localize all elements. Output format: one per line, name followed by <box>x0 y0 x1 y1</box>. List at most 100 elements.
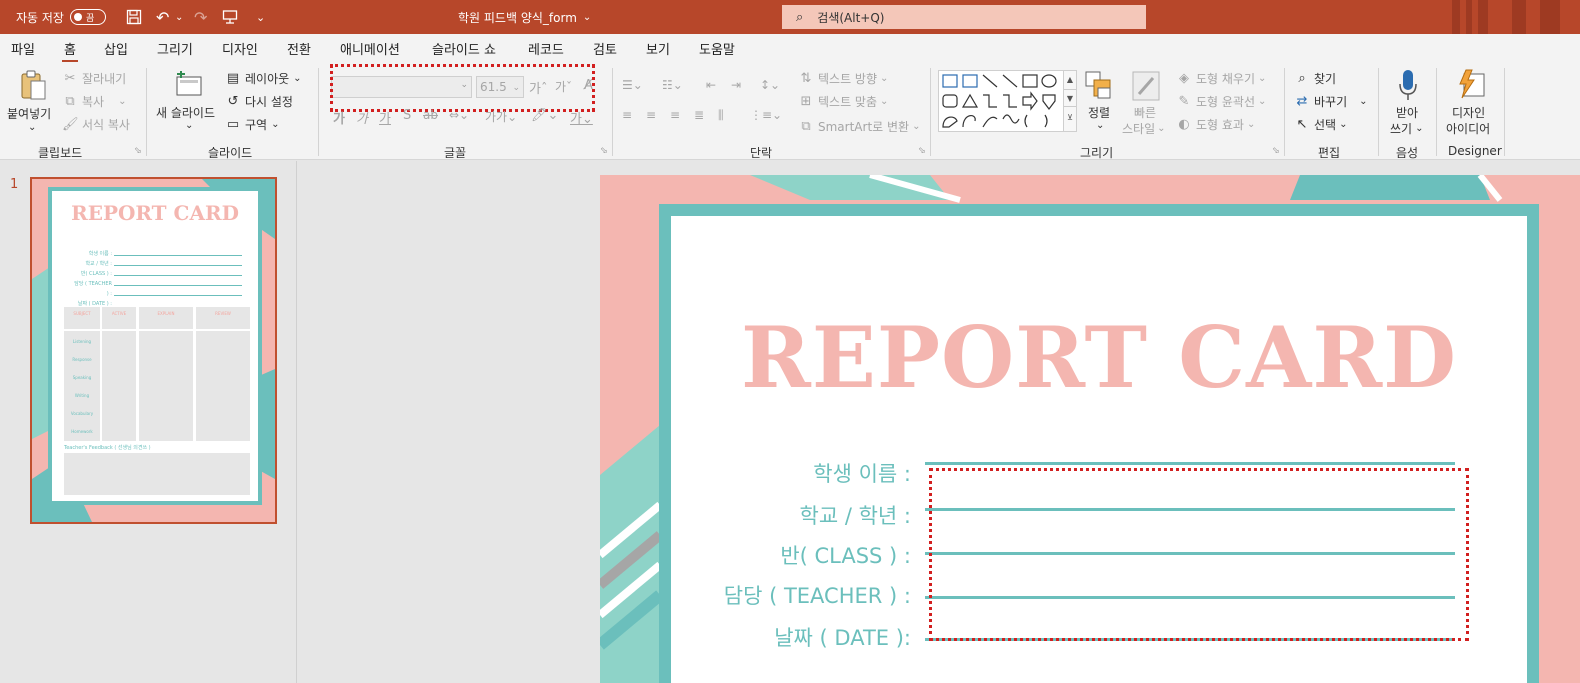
autosave-control[interactable]: 자동 저장 끔 <box>16 0 106 34</box>
shapes-gallery[interactable] <box>938 70 1064 132</box>
layout-button[interactable]: ▤ 레이아웃 ⌄ <box>225 70 302 87</box>
group-divider <box>1284 68 1285 156</box>
line-spacing-icon[interactable]: ↕⌄ <box>760 78 780 92</box>
search-input[interactable]: ⌕ 검색(Alt+Q) <box>782 5 1146 29</box>
quick-styles-label-1: 빠른 <box>1134 106 1157 120</box>
toggle-knob <box>73 13 82 21</box>
shape-fill-button[interactable]: ◈ 도형 채우기 ⌄ <box>1176 70 1266 87</box>
present-icon[interactable] <box>222 0 238 34</box>
paste-dropdown-icon[interactable]: ⌄ <box>28 122 36 133</box>
increase-indent-icon[interactable]: ⇥ <box>731 78 741 92</box>
slide-thumbnail[interactable]: REPORT CARD 학생 이름 : 학교 / 학년 : 반( CLASS )… <box>30 177 277 524</box>
bold-icon[interactable]: 가 <box>333 108 345 127</box>
tab-file[interactable]: 파일 <box>11 39 35 58</box>
font-color-icon[interactable]: 가⌄ <box>570 108 593 127</box>
tab-review[interactable]: 검토 <box>593 39 617 58</box>
tab-view[interactable]: 보기 <box>646 39 670 58</box>
quick-styles-icon[interactable] <box>1131 70 1161 102</box>
shape-outline-button[interactable]: ✎ 도형 윤곽선 ⌄ <box>1176 93 1267 110</box>
font-group-label: 글꼴 <box>444 146 467 160</box>
undo-icon[interactable]: ↶ <box>156 0 169 34</box>
tab-draw[interactable]: 그리기 <box>157 39 193 58</box>
paste-icon[interactable] <box>18 68 48 102</box>
spacing-icon[interactable]: ⇔⌄ <box>449 108 469 122</box>
effects-icon: ◐ <box>1178 117 1190 132</box>
tab-animations[interactable]: 애니메이션 <box>340 39 400 58</box>
arrange-dropdown-icon[interactable]: ⌄ <box>1096 120 1104 131</box>
arrange-button[interactable]: 정렬 <box>1088 104 1110 121</box>
change-case-icon[interactable]: 가가⌄ <box>485 108 517 125</box>
italic-icon[interactable]: 가 <box>356 108 368 127</box>
new-slide-button[interactable]: 새 슬라이드 <box>156 104 215 121</box>
thumb-title: REPORT CARD <box>71 201 239 225</box>
undo-dropdown-icon[interactable]: ⌄ <box>175 0 183 34</box>
shapes-icon <box>942 74 1057 128</box>
strikethrough-icon[interactable]: ab <box>423 108 438 122</box>
cut-button[interactable]: ✂ 잘라내기 <box>62 70 127 87</box>
numbering-icon[interactable]: ☷⌄ <box>662 78 683 92</box>
format-painter-button[interactable]: 🖌 서식 복사 <box>62 116 130 133</box>
arrange-icon[interactable] <box>1084 70 1114 102</box>
dialog-launcher-icon[interactable]: ⬂ <box>600 146 608 156</box>
align-right-icon[interactable]: ≡ <box>670 108 680 122</box>
autosave-state: 끔 <box>85 13 95 24</box>
tab-slideshow[interactable]: 슬라이드 쇼 <box>432 39 496 58</box>
design-ideas-button[interactable]: 아이디어 <box>1446 120 1490 137</box>
slide-title[interactable]: REPORT CARD <box>671 308 1527 407</box>
section-button[interactable]: ▭ 구역 ⌄ <box>225 116 280 133</box>
thumb-col-header: EXPLAIN <box>139 307 193 329</box>
highlight-color-icon[interactable]: 🖊⌄ <box>531 108 558 123</box>
replace-button[interactable]: ⇄ 바꾸기 ⌄ <box>1294 93 1368 110</box>
redo-icon[interactable]: ↷ <box>194 0 207 34</box>
bullets-icon[interactable]: ☰⌄ <box>622 78 643 92</box>
dialog-launcher-icon[interactable]: ⬂ <box>134 146 142 156</box>
tab-record[interactable]: 레코드 <box>528 39 564 58</box>
new-slide-dropdown-icon[interactable]: ⌄ <box>185 120 193 131</box>
shape-effects-button[interactable]: ◐ 도형 효과 ⌄ <box>1176 116 1255 133</box>
justify-icon[interactable]: ≣ <box>694 108 704 122</box>
autosave-toggle[interactable]: 끔 <box>69 9 106 25</box>
tab-help[interactable]: 도움말 <box>699 39 735 58</box>
tab-transitions[interactable]: 전환 <box>287 39 311 58</box>
chevron-down-icon: ⌄ <box>1246 119 1256 130</box>
reset-icon: ↺ <box>227 94 239 109</box>
shadow-icon[interactable]: S <box>403 108 411 123</box>
voice-group-label: 음성 <box>1396 146 1419 160</box>
decrease-indent-icon[interactable]: ⇤ <box>706 78 716 92</box>
dialog-launcher-icon[interactable]: ⬂ <box>918 146 926 156</box>
dialog-launcher-icon[interactable]: ⬂ <box>1272 146 1280 156</box>
microphone-icon[interactable] <box>1396 68 1420 102</box>
group-divider <box>318 68 319 156</box>
paste-button[interactable]: 붙여넣기 <box>7 105 51 122</box>
tab-design[interactable]: 디자인 <box>222 39 258 58</box>
field-label-teacher: 담당 ( TEACHER ) : <box>723 584 911 608</box>
thumb-line <box>114 285 242 286</box>
shape-fill-label: 도형 채우기 <box>1196 72 1256 86</box>
slide-canvas[interactable]: REPORT CARD 학생 이름 : 학교 / 학년 : 반( CLASS )… <box>600 175 1580 683</box>
tab-home[interactable]: 홈 <box>62 39 78 63</box>
columns-icon[interactable]: ⫼ <box>718 108 724 123</box>
align-left-icon[interactable]: ≡ <box>622 108 632 122</box>
align-center-icon[interactable]: ≡ <box>646 108 656 122</box>
quick-styles-button[interactable]: 스타일 ⌄ <box>1122 120 1166 137</box>
chevron-down-icon: ⌄ <box>118 96 127 107</box>
select-button[interactable]: ↖ 선택 ⌄ <box>1294 116 1348 133</box>
find-button[interactable]: ⌕ 찾기 <box>1294 70 1336 87</box>
dictate-button[interactable]: 쓰기 ⌄ <box>1390 120 1423 137</box>
align-text-button[interactable]: ⊞ 텍스트 맞춤 ⌄ <box>798 93 889 110</box>
shape-effects-label: 도형 효과 <box>1196 118 1244 132</box>
save-icon[interactable] <box>126 0 142 34</box>
design-ideas-icon[interactable] <box>1456 68 1486 100</box>
smartart-button[interactable]: ⧉ SmartArt로 변환 ⌄ <box>798 118 920 135</box>
copy-button[interactable]: ⧉ 복사 ⌄ <box>62 93 126 110</box>
customize-qat-icon[interactable]: ⌄ <box>256 0 265 34</box>
underline-icon[interactable]: 가 <box>379 108 391 127</box>
tab-insert[interactable]: 삽입 <box>104 39 128 58</box>
shapes-scroll[interactable]: ▲ ▼ ⊻ <box>1063 70 1077 132</box>
field-line-name[interactable] <box>925 462 1455 465</box>
reset-button[interactable]: ↺ 다시 설정 <box>225 93 293 110</box>
doc-title-button[interactable]: 학원 피드백 양식_form ⌄ <box>458 0 591 34</box>
text-direction-button[interactable]: ⇅ 텍스트 방향 ⌄ <box>798 70 889 87</box>
new-slide-icon[interactable] <box>172 70 204 98</box>
paragraph-options-icon[interactable]: ⋮≡⌄ <box>750 108 782 122</box>
